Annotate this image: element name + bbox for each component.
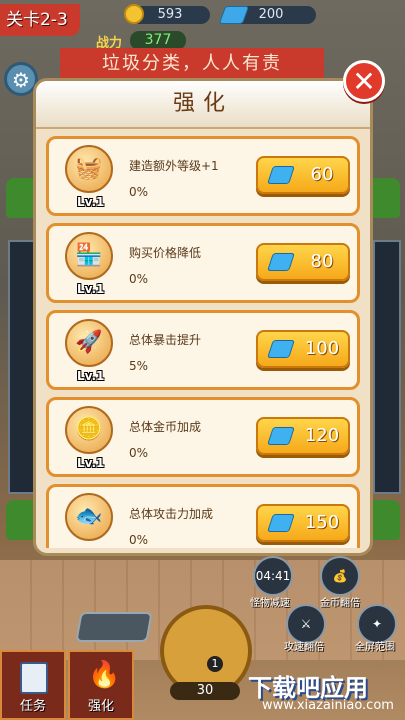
item-level: Lv.1 — [77, 369, 105, 383]
upgrade-item: 🪙 Lv.1 总体金币加成 0% 120 — [46, 397, 360, 477]
right-rail — [373, 240, 401, 494]
item-name: 购买价格降低 — [129, 246, 202, 260]
left-rail — [8, 240, 36, 494]
item-name: 总体暴击提升 — [129, 333, 202, 347]
item-name: 总体金币加成 — [129, 420, 202, 434]
coin-icon — [124, 4, 144, 24]
tab-upgrade[interactable]: 🔥 强化 — [68, 650, 134, 720]
buy-cost: 60 — [310, 164, 334, 185]
upgrade-buy-button[interactable]: 120 — [256, 417, 350, 455]
item-level: Lv.1 — [77, 195, 105, 209]
close-button[interactable]: ✕ — [343, 60, 385, 102]
gem-icon — [267, 340, 295, 358]
watermark-url: www.xiazainiao.com — [262, 698, 394, 713]
task-icon — [20, 662, 48, 694]
item-name: 总体攻击力加成 — [129, 507, 214, 521]
upgrade-item: 🏪 Lv.1 购买价格降低 0% 80 — [46, 223, 360, 303]
gold-coins-icon: 🪙 — [65, 406, 113, 454]
gem-icon — [267, 166, 295, 184]
item-name: 建造额外等级+1 — [129, 159, 219, 173]
build-badge: 1 — [207, 656, 223, 672]
rocket-crit-icon: 🚀 — [65, 319, 113, 367]
buy-cost: 120 — [304, 425, 340, 446]
skill-label: 全屏范围 — [355, 642, 395, 653]
buy-cost: 150 — [304, 512, 340, 533]
skill-label: 攻速翻倍 — [284, 642, 324, 653]
level-label: 关卡2-3 — [0, 4, 80, 36]
shop-discount-icon: 🏪 — [65, 232, 113, 280]
skill-timer: 04:41 — [255, 569, 291, 583]
item-percent: 5% — [129, 359, 149, 373]
gem-icon — [267, 514, 295, 532]
buy-cost: 100 — [304, 338, 340, 359]
buy-cost: 80 — [310, 251, 334, 272]
item-level: Lv.1 — [77, 282, 105, 296]
item-percent: 0% — [129, 272, 149, 286]
skill-label: 金币翻倍 — [320, 598, 360, 609]
item-percent: 0% — [129, 533, 149, 547]
upgrade-buy-button[interactable]: 100 — [256, 330, 350, 368]
skill-label: 怪物减速 — [250, 598, 290, 609]
monster-slow-skill[interactable]: 04:41 — [253, 556, 293, 596]
upgrade-buy-button[interactable]: 80 — [256, 243, 350, 281]
upgrade-item: 🧺 Lv.1 建造额外等级+1 0% 60 — [46, 136, 360, 216]
upgrade-buy-button[interactable]: 150 — [256, 504, 350, 542]
item-level: Lv.1 — [77, 456, 105, 470]
modal-title: 强化 — [36, 81, 370, 129]
item-percent: 0% — [129, 185, 149, 199]
upgrade-buy-button[interactable]: 60 — [256, 156, 350, 194]
tab-label: 任务 — [19, 699, 46, 714]
flame-icon: 🔥 — [88, 660, 121, 690]
upgrade-item: 🐟 总体攻击力加成 0% 150 — [46, 484, 360, 548]
slogan-banner: 垃圾分类，人人有责 — [60, 48, 324, 80]
item-percent: 0% — [129, 446, 149, 460]
gem-icon — [267, 253, 295, 271]
upgrade-list[interactable]: 🧺 Lv.1 建造额外等级+1 0% 60 🏪 Lv.1 购买价格降低 0% 8… — [44, 136, 362, 548]
coin-double-skill[interactable]: 💰 — [320, 556, 360, 596]
bread-basket-icon: 🧺 — [65, 145, 113, 193]
upgrade-modal: 强化 🧺 Lv.1 建造额外等级+1 0% 60 🏪 Lv.1 购买价格降低 0… — [33, 78, 373, 556]
locked-slot — [75, 612, 153, 642]
fish-attack-icon: 🐟 — [65, 493, 113, 541]
tab-label: 强化 — [87, 699, 114, 714]
tab-task[interactable]: 任务 — [0, 650, 66, 720]
gem-icon — [267, 427, 295, 445]
upgrade-item: 🚀 Lv.1 总体暴击提升 5% 100 — [46, 310, 360, 390]
build-cost: 30 — [170, 682, 240, 700]
